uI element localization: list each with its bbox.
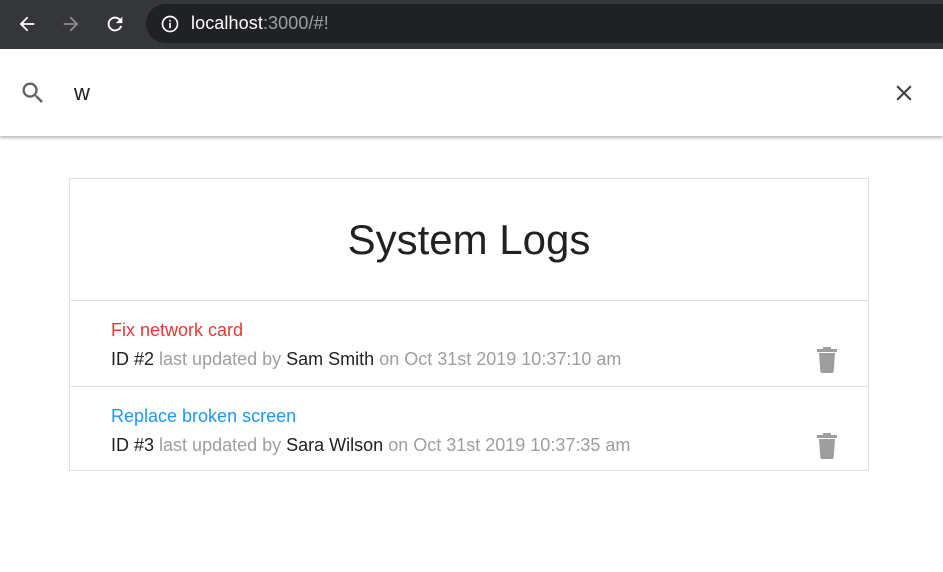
log-date: on Oct 31st 2019 10:37:10 am — [379, 349, 622, 369]
log-tech: Sam Smith — [286, 349, 375, 369]
address-bar[interactable]: localhost:3000/#! — [146, 4, 943, 43]
reload-icon[interactable] — [104, 13, 126, 35]
logs-card: System Logs Fix network card ID #2 last … — [69, 178, 869, 471]
list-item: Fix network card ID #2 last updated by S… — [70, 301, 868, 387]
search-input[interactable] — [74, 74, 854, 112]
log-message-link[interactable]: Replace broken screen — [111, 406, 296, 427]
delete-icon[interactable] — [817, 347, 837, 373]
back-arrow-icon[interactable] — [16, 13, 38, 35]
search-icon — [19, 79, 47, 107]
forward-arrow-icon[interactable] — [60, 13, 82, 35]
log-date: on Oct 31st 2019 10:37:35 am — [388, 435, 631, 455]
url-text: localhost:3000/#! — [191, 13, 329, 34]
close-icon[interactable] — [891, 80, 917, 106]
log-id: ID #2 — [111, 349, 155, 369]
log-meta: ID #2 last updated by Sam Smith on Oct 3… — [111, 349, 621, 370]
url-path: :3000/#! — [262, 13, 329, 33]
log-id: ID #3 — [111, 435, 155, 455]
log-updated-label: last updated by — [159, 349, 282, 369]
log-message-link[interactable]: Fix network card — [111, 320, 243, 341]
search-bar — [0, 49, 943, 136]
browser-toolbar: localhost:3000/#! — [0, 0, 943, 49]
log-meta: ID #3 last updated by Sara Wilson on Oct… — [111, 435, 630, 456]
url-host: localhost — [191, 13, 263, 33]
delete-icon[interactable] — [817, 433, 837, 459]
log-updated-label: last updated by — [159, 435, 282, 455]
info-icon[interactable] — [160, 14, 180, 34]
page-title: System Logs — [70, 179, 868, 301]
log-tech: Sara Wilson — [286, 435, 384, 455]
list-item: Replace broken screen ID #3 last updated… — [70, 387, 868, 473]
